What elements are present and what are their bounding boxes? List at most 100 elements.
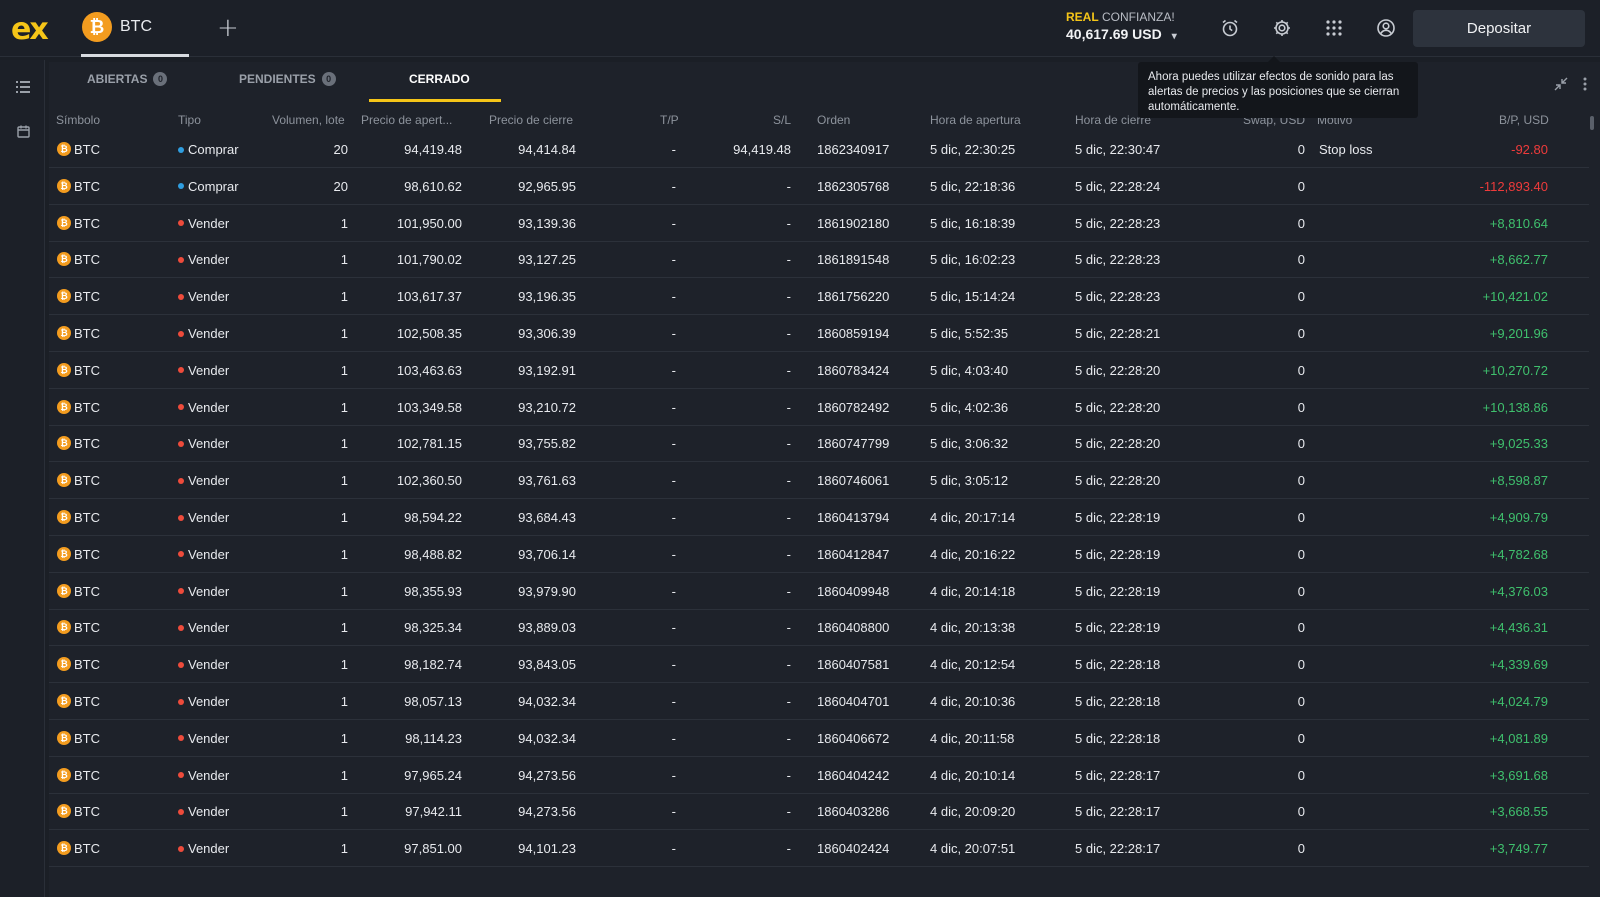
cell-swap: 0 <box>1297 767 1305 783</box>
add-asset-icon[interactable]: + <box>217 13 239 43</box>
type-label: Vender <box>188 694 230 709</box>
cell-order: 1861891548 <box>817 252 890 268</box>
alarm-icon[interactable] <box>1218 16 1242 40</box>
table-row[interactable]: ₿ BTC Vender 1 98,594.22 93,684.43 - - 186041379… <box>49 499 1589 536</box>
cell-sl: 94,419.48 <box>733 142 791 157</box>
table-row[interactable]: ₿ BTC Vender 1 101,950.00 93,139.36 - - 18619021… <box>49 205 1589 242</box>
type-label: Vender <box>188 252 230 268</box>
account-selector[interactable]: REAL CONFIANZA! 40,617.69 USD ▾ <box>1066 10 1177 42</box>
account-icon[interactable] <box>1374 16 1398 40</box>
cell-type: Vender <box>178 731 229 746</box>
tab-abiertas[interactable]: ABIERTAS 0 <box>87 72 168 86</box>
cell-order: 1860404242 <box>817 767 890 783</box>
cell-open-price: 97,851.00 <box>404 841 462 857</box>
cell-volume: 1 <box>340 657 348 673</box>
table-row[interactable]: ₿ BTC Vender 1 102,360.50 93,761.63 - - 18607460… <box>49 462 1589 500</box>
scrollbar-thumb[interactable] <box>1590 116 1594 130</box>
side-dot-icon <box>178 146 184 153</box>
col-order[interactable]: Orden <box>817 113 850 127</box>
collapse-icon[interactable] <box>1554 77 1568 94</box>
col-type[interactable]: Tipo <box>178 113 201 127</box>
col-symbol[interactable]: Símbolo <box>56 113 100 127</box>
cell-pl: +4,782.68 <box>1489 546 1548 562</box>
cell-close-time: 5 dic, 22:30:47 <box>1075 142 1161 157</box>
table-row[interactable]: ₿ BTC Vender 1 97,942.11 94,273.56 - - 186040328… <box>49 793 1589 831</box>
cell-open-price: 101,790.02 <box>396 252 462 268</box>
cell-sl: - <box>786 252 791 268</box>
table-row[interactable]: ₿ BTC Vender 1 98,182.74 93,843.05 - - 186040758… <box>49 646 1589 684</box>
cell-open-price: 98,182.74 <box>404 657 462 673</box>
calendar-icon[interactable] <box>13 121 33 141</box>
cell-close-price: 93,706.14 <box>518 546 576 562</box>
table-row[interactable]: ₿ BTC Vender 1 98,057.13 94,032.34 - - 186040470… <box>49 683 1589 720</box>
apps-grid-icon[interactable] <box>1322 16 1346 40</box>
table-row[interactable]: ₿ BTC Comprar 20 98,610.62 92,965.95 - - 1862305… <box>49 168 1589 205</box>
table-row[interactable]: ₿ BTC Vender 1 103,617.37 93,196.35 - - 18617562… <box>49 278 1589 316</box>
table-row[interactable]: ₿ BTC Comprar 20 94,419.48 94,414.84 - 94,419.4… <box>49 131 1589 168</box>
type-label: Vender <box>188 730 230 746</box>
cell-order: 1860404701 <box>817 694 890 709</box>
side-dot-icon <box>178 661 184 668</box>
table-row[interactable]: ₿ BTC Vender 1 98,325.34 93,889.03 - - 186040880… <box>49 609 1589 647</box>
cell-tp: - <box>671 510 676 525</box>
table-row[interactable]: ₿ BTC Vender 1 103,463.63 93,192.91 - - 18607834… <box>49 352 1589 389</box>
cell-sl: - <box>786 289 791 305</box>
cell-volume: 1 <box>340 510 348 525</box>
col-open-price[interactable]: Precio de apert... <box>361 113 452 127</box>
type-label: Vender <box>188 215 230 231</box>
table-row[interactable]: ₿ BTC Vender 1 97,965.24 94,273.56 - - 186040424… <box>49 757 1589 794</box>
side-dot-icon <box>178 477 184 484</box>
cell-close-time: 5 dic, 22:28:20 <box>1075 399 1161 415</box>
col-volume[interactable]: Volumen, lote <box>272 113 345 127</box>
cell-close-price: 93,139.36 <box>518 215 576 231</box>
type-label: Vender <box>188 841 230 857</box>
deposit-button[interactable]: Depositar <box>1413 10 1585 47</box>
count-badge: 0 <box>321 72 336 86</box>
cell-close-time: 5 dic, 22:28:17 <box>1075 804 1161 820</box>
col-sl[interactable]: S/L <box>773 113 791 127</box>
table-row[interactable]: ₿ BTC Vender 1 102,781.15 93,755.82 - - 18607477… <box>49 425 1589 463</box>
gear-icon[interactable] <box>1270 16 1294 40</box>
cell-swap: 0 <box>1297 546 1305 562</box>
col-pl[interactable]: B/P, USD <box>1499 113 1549 127</box>
account-balance: 40,617.69 USD ▾ <box>1066 26 1177 42</box>
brand-logo[interactable]: ex <box>11 12 49 47</box>
cell-close-time: 5 dic, 22:28:23 <box>1075 215 1161 231</box>
cell-open-time: 4 dic, 20:16:22 <box>930 546 1016 562</box>
bitcoin-icon: ₿ <box>57 841 71 856</box>
table-row[interactable]: ₿ BTC Vender 1 101,790.02 93,127.25 - - 18618915… <box>49 241 1589 279</box>
cell-tp: - <box>671 730 676 746</box>
asset-tab-btc[interactable]: ₿ BTC <box>81 0 189 57</box>
table-row[interactable]: ₿ BTC Vender 1 98,355.93 93,979.90 - - 186040994… <box>49 573 1589 610</box>
table-row[interactable]: ₿ BTC Vender 1 102,508.35 93,306.39 - - 18608591… <box>49 315 1589 352</box>
more-options-icon[interactable] <box>1583 77 1587 94</box>
col-tp[interactable]: T/P <box>660 113 679 127</box>
chevron-down-icon[interactable]: ▾ <box>1172 31 1177 42</box>
cell-type: Comprar <box>178 142 239 157</box>
type-label: Vender <box>188 657 230 673</box>
bitcoin-icon: ₿ <box>57 473 71 488</box>
cell-open-time: 4 dic, 20:14:18 <box>930 583 1016 599</box>
cell-open-price: 102,508.35 <box>396 326 462 341</box>
cell-symbol: BTC <box>74 362 100 378</box>
table-row[interactable]: ₿ BTC Vender 1 103,349.58 93,210.72 - - 18607824… <box>49 389 1589 426</box>
cell-open-time: 5 dic, 4:03:40 <box>930 362 1009 378</box>
list-icon[interactable] <box>13 77 33 97</box>
cell-symbol: BTC <box>74 546 100 562</box>
col-open-time[interactable]: Hora de apertura <box>930 113 1021 127</box>
tab-label: CERRADO <box>409 72 470 86</box>
type-label: Vender <box>188 362 230 378</box>
cell-open-price: 98,325.34 <box>404 620 462 636</box>
cell-swap: 0 <box>1297 510 1305 525</box>
table-row[interactable]: ₿ BTC Vender 1 97,851.00 94,101.23 - - 186040242… <box>49 830 1589 868</box>
col-close-price[interactable]: Precio de cierre <box>489 113 573 127</box>
table-row[interactable]: ₿ BTC Vender 1 98,114.23 94,032.34 - - 186040667… <box>49 720 1589 757</box>
cell-order: 1860782492 <box>817 399 890 415</box>
tab-cerrado[interactable]: CERRADO <box>409 72 470 86</box>
bitcoin-icon: ₿ <box>57 362 71 377</box>
tab-pendientes[interactable]: PENDIENTES 0 <box>239 72 336 86</box>
cell-tp: - <box>671 436 676 452</box>
cell-close-price: 93,127.25 <box>518 252 576 268</box>
table-row[interactable]: ₿ BTC Vender 1 98,488.82 93,706.14 - - 186041284… <box>49 536 1589 573</box>
cell-swap: 0 <box>1297 620 1305 636</box>
